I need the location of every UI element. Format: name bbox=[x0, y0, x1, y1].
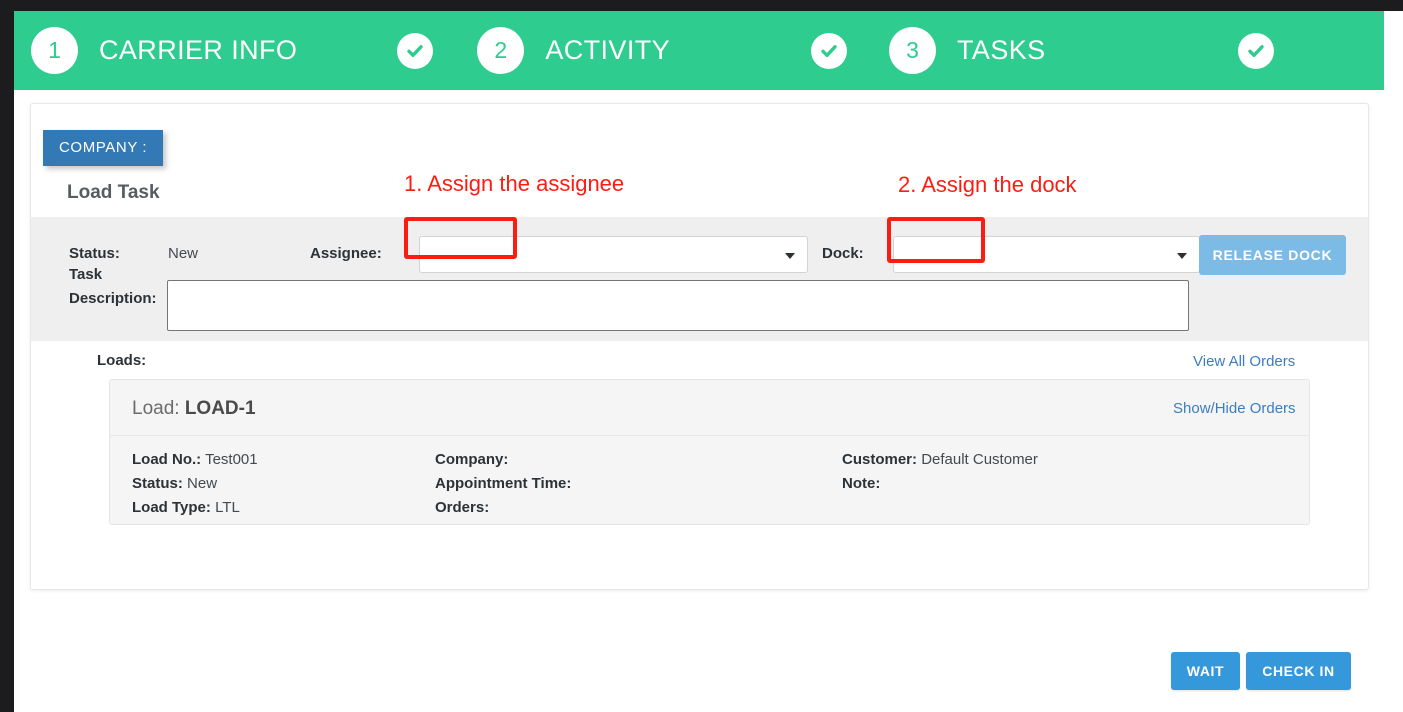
load-detail-row: Customer: Default Customer bbox=[842, 448, 1038, 472]
check-circle-icon-2 bbox=[811, 32, 848, 69]
load-detail-column-1: Load No.: Test001 Status: New Load Type:… bbox=[132, 448, 258, 520]
detail-label: Status: bbox=[132, 475, 183, 492]
load-title-value: LOAD-1 bbox=[184, 398, 256, 419]
load-detail-column-2: Company: Appointment Time: Orders: bbox=[435, 448, 571, 520]
load-title-prefix: Load: bbox=[132, 398, 185, 419]
annotation-assign-dock: 2. Assign the dock bbox=[898, 172, 1077, 197]
step-tasks[interactable]: 3 TASKS bbox=[889, 11, 1046, 90]
load-card-header bbox=[110, 380, 1309, 436]
chevron-down-icon-dock bbox=[1177, 252, 1187, 259]
browser-left-chrome bbox=[0, 11, 14, 712]
detail-label: Appointment Time: bbox=[435, 475, 572, 492]
detail-label: Orders: bbox=[435, 499, 490, 516]
step-3-number: 3 bbox=[889, 27, 937, 74]
assignee-select[interactable] bbox=[419, 236, 808, 273]
wait-button[interactable]: WAIT bbox=[1171, 652, 1240, 690]
step-2-number: 2 bbox=[477, 27, 525, 74]
browser-top-chrome bbox=[0, 0, 1403, 11]
detail-value: LTL bbox=[215, 499, 240, 516]
step-2-label: ACTIVITY bbox=[545, 35, 671, 65]
assignee-label: Assignee: bbox=[310, 245, 382, 262]
step-carrier-info[interactable]: 1 CARRIER INFO bbox=[31, 11, 297, 90]
task-form-band: Status: New Assignee: Dock: RELEASE DOCK… bbox=[31, 217, 1368, 341]
task-form-row: Status: New Assignee: Dock: RELEASE DOCK bbox=[31, 234, 1368, 282]
detail-value: Test001 bbox=[205, 451, 258, 468]
load-task-card: COMPANY : Load Task Status: New Assignee… bbox=[30, 103, 1369, 590]
load-detail-row: Note: bbox=[842, 472, 1038, 496]
release-dock-button[interactable]: RELEASE DOCK bbox=[1199, 235, 1346, 275]
load-detail-row: Company: bbox=[435, 448, 571, 472]
step-1-label: CARRIER INFO bbox=[99, 35, 298, 65]
task-description-label-line2: Description: bbox=[69, 290, 157, 307]
detail-value: Default Customer bbox=[921, 451, 1038, 468]
page-title: Load Task bbox=[67, 182, 160, 203]
step-progress-bar: 1 CARRIER INFO 2 ACTIVITY 3 TASKS bbox=[14, 11, 1384, 90]
detail-label: Load No.: bbox=[132, 451, 202, 468]
step-3-label: TASKS bbox=[957, 35, 1046, 65]
load-detail-row: Appointment Time: bbox=[435, 472, 571, 496]
detail-value: New bbox=[187, 475, 218, 492]
annotation-assign-assignee: 1. Assign the assignee bbox=[404, 171, 625, 196]
company-tab-label: COMPANY : bbox=[59, 139, 148, 156]
task-description-label-line1: Task bbox=[69, 266, 103, 283]
screen: 1 CARRIER INFO 2 ACTIVITY 3 TASKS COMPAN… bbox=[0, 0, 1403, 712]
detail-label: Load Type: bbox=[132, 499, 211, 516]
step-activity[interactable]: 2 ACTIVITY bbox=[477, 11, 670, 90]
load-item-card: Load: LOAD-1 Show/Hide Orders Load No.: … bbox=[109, 379, 1310, 525]
detail-label: Note: bbox=[842, 475, 881, 492]
check-in-button[interactable]: CHECK IN bbox=[1246, 652, 1351, 690]
dock-select[interactable] bbox=[893, 236, 1200, 273]
loads-label: Loads: bbox=[97, 352, 147, 369]
load-detail-row: Load No.: Test001 bbox=[132, 448, 258, 472]
status-value: New bbox=[168, 245, 199, 262]
task-description-input[interactable] bbox=[167, 280, 1189, 331]
dock-label: Dock: bbox=[822, 245, 864, 262]
view-all-orders-link[interactable]: View All Orders bbox=[1193, 353, 1295, 370]
load-detail-row: Status: New bbox=[132, 472, 258, 496]
check-circle-icon-1 bbox=[397, 32, 434, 69]
detail-label: Company: bbox=[435, 451, 509, 468]
company-tab[interactable]: COMPANY : bbox=[43, 130, 164, 166]
load-detail-row: Load Type: LTL bbox=[132, 496, 258, 520]
chevron-down-icon-assignee bbox=[785, 252, 795, 259]
load-card-title: Load: LOAD-1 bbox=[132, 398, 256, 420]
detail-label: Customer: bbox=[842, 451, 918, 468]
show-hide-orders-link[interactable]: Show/Hide Orders bbox=[1173, 400, 1296, 417]
load-detail-column-3: Customer: Default Customer Note: bbox=[842, 448, 1038, 496]
page-content: 1 CARRIER INFO 2 ACTIVITY 3 TASKS COMPAN… bbox=[14, 11, 1403, 712]
status-label: Status: bbox=[69, 245, 120, 262]
load-detail-row: Orders: bbox=[435, 496, 571, 520]
step-1-number: 1 bbox=[31, 27, 78, 74]
check-circle-icon-3 bbox=[1237, 32, 1274, 69]
